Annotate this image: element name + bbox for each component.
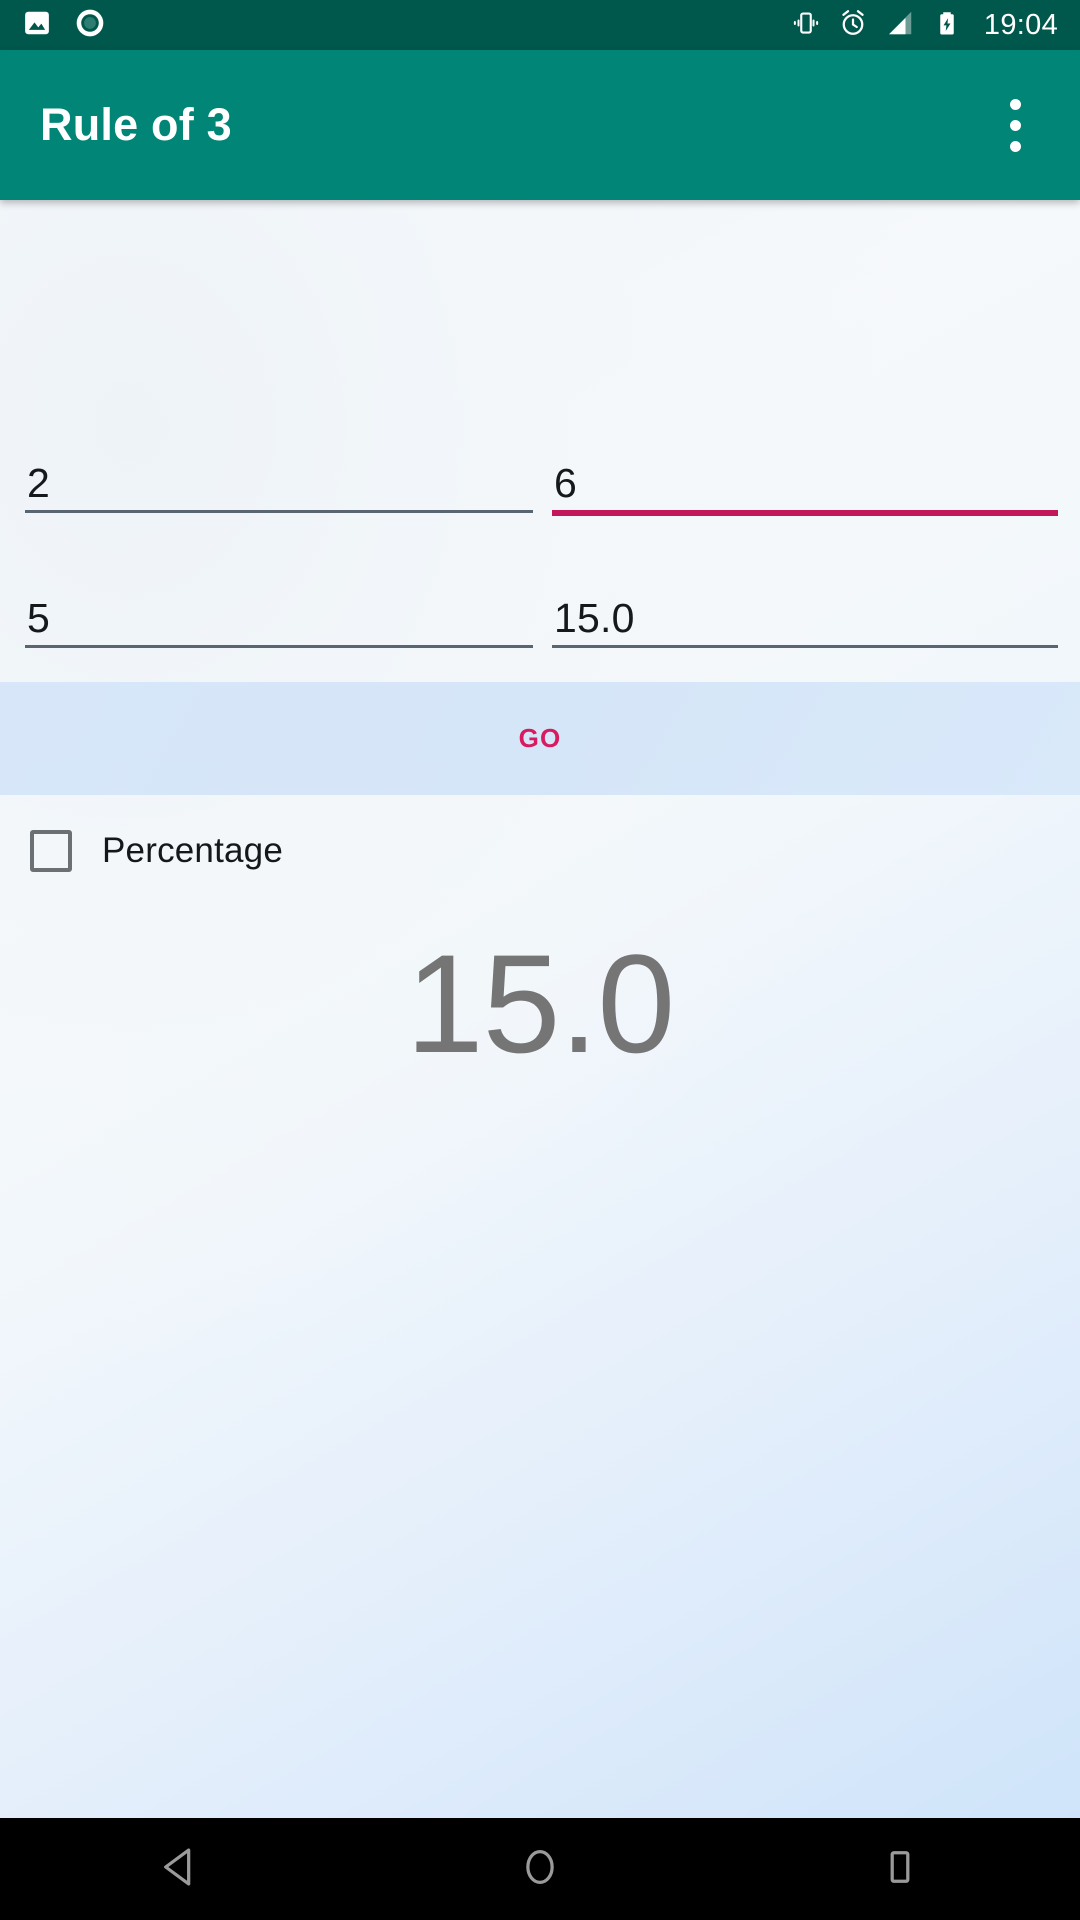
field-c-underline [25,645,533,648]
field-d-underline [552,645,1058,648]
field-d-value: 15.0 [554,595,635,641]
overflow-dot [1009,98,1021,110]
status-bar: 19:04 [0,0,1080,50]
back-button[interactable] [0,1818,360,1920]
app-bar: Rule of 3 [0,50,1080,200]
field-b-value: 6 [554,460,578,506]
percentage-option-row[interactable]: Percentage [30,830,283,872]
image-icon [22,8,52,43]
field-b-underline [552,510,1058,516]
percentage-label: Percentage [102,831,284,870]
field-a-underline [25,510,533,513]
overflow-menu-button[interactable] [985,75,1045,175]
form-row-2: 5 15.0 [0,533,1080,673]
home-icon [514,1841,566,1898]
go-button[interactable]: GO [519,723,562,754]
overflow-dot [1009,119,1021,131]
field-b-input[interactable]: 6 [552,398,1058,538]
page-title: Rule of 3 [40,99,232,150]
alarm-icon [838,8,868,43]
back-icon [154,1841,206,1898]
vibrate-icon [791,8,821,43]
home-button[interactable] [360,1818,720,1920]
status-bar-right-icons: 19:04 [791,8,1058,43]
field-d-input[interactable]: 15.0 [552,533,1058,673]
overflow-dot [1009,140,1021,152]
navigation-bar [0,1818,1080,1920]
field-a-input[interactable]: 2 [25,398,533,538]
go-button-band: GO [0,682,1080,795]
status-bar-clock: 19:04 [983,8,1058,41]
percentage-checkbox[interactable] [30,830,72,872]
result-value: 15.0 [405,925,675,1082]
form-row-1: 2 6 [0,398,1080,538]
main-content: 2 6 5 15.0 GO Percentage 15.0 [0,200,1080,1818]
status-bar-left-icons [22,7,106,44]
recents-button[interactable] [720,1818,1080,1920]
field-c-input[interactable]: 5 [25,533,533,673]
signal-icon [885,8,915,43]
phone-screen: 19:04 Rule of 3 2 6 5 15.0 GO Percentage… [0,0,1080,1920]
field-a-value: 2 [27,460,51,506]
battery-charging-icon [932,8,962,43]
field-c-value: 5 [27,595,51,641]
recents-icon [874,1841,926,1898]
screen-record-icon [74,7,106,44]
